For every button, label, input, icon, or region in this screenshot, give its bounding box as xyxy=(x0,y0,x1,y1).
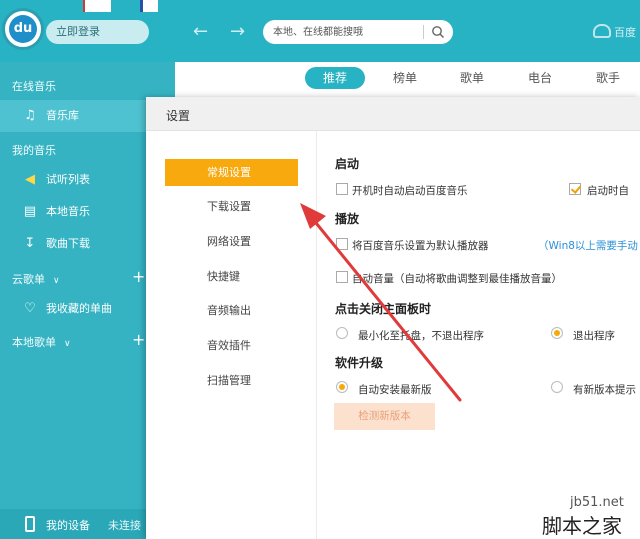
check-update-button[interactable]: 检测新版本 xyxy=(334,403,435,430)
chevron-down-icon: ∨ xyxy=(53,276,60,286)
monitor-icon: ▤ xyxy=(23,204,37,219)
settings-dialog: 设置 常规设置 下载设置 网络设置 快捷键 音频输出 音效插件 扫描管理 启动 … xyxy=(146,97,640,539)
sidebar-item-label: 本地音乐 xyxy=(46,205,90,218)
sidebar-section-online: 在线音乐 xyxy=(12,80,56,93)
add-cloud-playlist-icon[interactable]: + xyxy=(132,267,145,286)
default-player-label: 将百度音乐设置为默认播放器 xyxy=(352,240,489,252)
minimize-to-tray-radio[interactable] xyxy=(336,327,348,339)
section-upgrade-title: 软件升级 xyxy=(335,356,384,370)
top-right-brand: 百度 xyxy=(614,26,636,39)
nav-audio-plugins[interactable]: 音效插件 xyxy=(165,332,298,359)
nav-network-settings[interactable]: 网络设置 xyxy=(165,228,298,255)
back-arrow-icon[interactable]: ← xyxy=(193,22,208,42)
browser-tab-decoration xyxy=(140,0,158,12)
dialog-title: 设置 xyxy=(166,109,191,123)
logo-du-icon: du xyxy=(9,15,37,43)
nav-hotkeys[interactable]: 快捷键 xyxy=(165,263,298,290)
content-tabs: 推荐 榜单 歌单 电台 歌手 xyxy=(175,62,640,97)
auto-install-label: 自动安装最新版 xyxy=(358,384,432,396)
nav-download-settings[interactable]: 下载设置 xyxy=(165,193,298,220)
dialog-header: 设置 xyxy=(146,97,640,131)
sidebar-section-cloud-playlist[interactable]: 云歌单 ∨ xyxy=(12,271,60,287)
app-logo[interactable]: du xyxy=(2,8,44,50)
notify-new-version-radio[interactable] xyxy=(551,381,563,393)
sidebar-section-local-playlist[interactable]: 本地歌单 ∨ xyxy=(12,334,71,350)
sidebar-item-label: 音乐库 xyxy=(46,109,79,122)
forward-arrow-icon[interactable]: → xyxy=(230,22,245,42)
exit-program-radio[interactable] xyxy=(551,327,563,339)
auto-volume-checkbox[interactable] xyxy=(336,271,348,283)
tab-charts[interactable]: 榜单 xyxy=(380,67,430,89)
section-startup-title: 启动 xyxy=(335,157,360,171)
sidebar-item-label: 歌曲下载 xyxy=(46,237,90,250)
nav-audio-output[interactable]: 音频输出 xyxy=(165,297,298,324)
section-close-panel-title: 点击关闭主面板时 xyxy=(335,302,432,316)
settings-nav: 常规设置 下载设置 网络设置 快捷键 音频输出 音效插件 扫描管理 xyxy=(146,131,316,539)
browser-tab-decoration xyxy=(83,0,111,12)
speaker-icon: ◀ xyxy=(25,172,35,187)
search-icon[interactable] xyxy=(431,25,445,39)
nav-scan-management[interactable]: 扫描管理 xyxy=(165,367,298,394)
top-bar: du 立即登录 ← → 百度 xyxy=(0,0,640,62)
autostart-label: 开机时自动启动百度音乐 xyxy=(352,185,468,197)
download-icon: ↧ xyxy=(24,236,36,251)
heart-icon: ♡ xyxy=(24,301,36,316)
device-status: 未连接 xyxy=(108,519,141,532)
minimize-to-tray-label: 最小化至托盘，不退出程序 xyxy=(358,330,484,342)
notify-new-version-label: 有新版本提示 xyxy=(573,384,636,396)
tab-recommend[interactable]: 推荐 xyxy=(305,67,365,89)
search-divider xyxy=(423,25,424,39)
music-note-icon: ♫ xyxy=(24,108,36,123)
tab-artists[interactable]: 歌手 xyxy=(583,67,633,89)
chevron-down-icon: ∨ xyxy=(64,339,71,349)
auto-install-radio[interactable] xyxy=(336,381,348,393)
exit-program-label: 退出程序 xyxy=(573,330,615,342)
watermark-site: jb51.net xyxy=(570,495,624,510)
watermark-name: 脚本之家 xyxy=(542,514,622,538)
tab-radio[interactable]: 电台 xyxy=(515,67,565,89)
dialog-divider xyxy=(316,131,317,539)
phone-icon xyxy=(25,516,35,532)
search-input[interactable] xyxy=(273,24,421,40)
sidebar-item-label: 试听列表 xyxy=(46,173,90,186)
sidebar-section-my-music: 我的音乐 xyxy=(12,144,56,157)
win8-hint: （Win8以上需要手动 xyxy=(538,240,638,252)
device-label: 我的设备 xyxy=(46,519,90,532)
sidebar-item-label: 我收藏的单曲 xyxy=(46,302,112,315)
startup-option-label: 启动时自 xyxy=(587,185,629,197)
cloud-icon[interactable] xyxy=(593,24,611,38)
login-button[interactable]: 立即登录 xyxy=(46,20,149,44)
section-playback-title: 播放 xyxy=(335,212,360,226)
auto-volume-label: 自动音量（自动将歌曲调整到最佳播放音量） xyxy=(352,273,562,285)
startup-option-checkbox[interactable] xyxy=(569,183,581,195)
add-local-playlist-icon[interactable]: + xyxy=(132,330,145,349)
default-player-checkbox[interactable] xyxy=(336,238,348,250)
autostart-checkbox[interactable] xyxy=(336,183,348,195)
search-box xyxy=(263,20,453,44)
nav-general-settings[interactable]: 常规设置 xyxy=(165,159,298,186)
tab-playlists[interactable]: 歌单 xyxy=(447,67,497,89)
